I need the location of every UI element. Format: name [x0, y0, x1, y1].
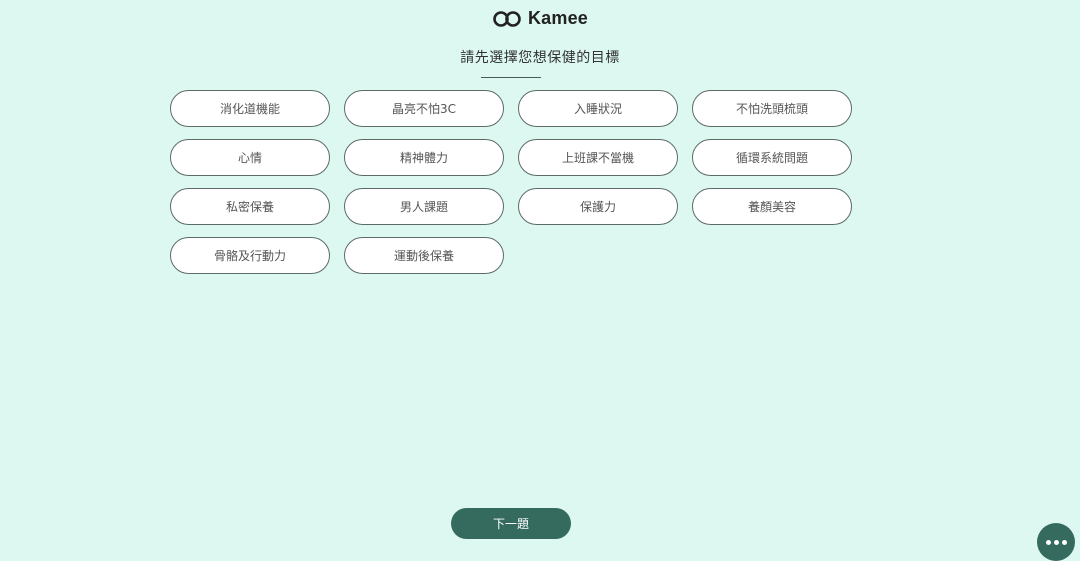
option-circulation[interactable]: 循環系統問題: [692, 139, 852, 176]
option-post-exercise[interactable]: 運動後保養: [344, 237, 504, 274]
option-intimate-care[interactable]: 私密保養: [170, 188, 330, 225]
option-eye-3c[interactable]: 晶亮不怕3C: [344, 90, 504, 127]
page-title: 請先選擇您想保健的目標: [460, 50, 620, 66]
more-dots-icon: [1053, 539, 1059, 545]
chat-button[interactable]: [1037, 523, 1075, 561]
goal-options-grid: 消化道機能 晶亮不怕3C 入睡狀況 不怕洗頭梳頭 心情 精神體力 上班課不當機 …: [170, 90, 852, 274]
option-focus[interactable]: 上班課不當機: [518, 139, 678, 176]
option-energy[interactable]: 精神體力: [344, 139, 504, 176]
title-divider: [481, 77, 541, 78]
option-men-health[interactable]: 男人課題: [344, 188, 504, 225]
option-sleep[interactable]: 入睡狀況: [518, 90, 678, 127]
option-immunity[interactable]: 保護力: [518, 188, 678, 225]
option-beauty[interactable]: 養顏美容: [692, 188, 852, 225]
option-hair[interactable]: 不怕洗頭梳頭: [692, 90, 852, 127]
next-question-button[interactable]: 下一題: [451, 508, 571, 539]
option-digestive[interactable]: 消化道機能: [170, 90, 330, 127]
option-bone-mobility[interactable]: 骨骼及行動力: [170, 237, 330, 274]
more-dots-icon: [1045, 539, 1051, 545]
more-dots-icon: [1061, 539, 1067, 545]
brand-name: Kamee: [527, 8, 589, 28]
infinity-link-icon: [493, 10, 521, 27]
option-mood[interactable]: 心情: [170, 139, 330, 176]
brand-logo[interactable]: Kamee: [0, 8, 1080, 29]
